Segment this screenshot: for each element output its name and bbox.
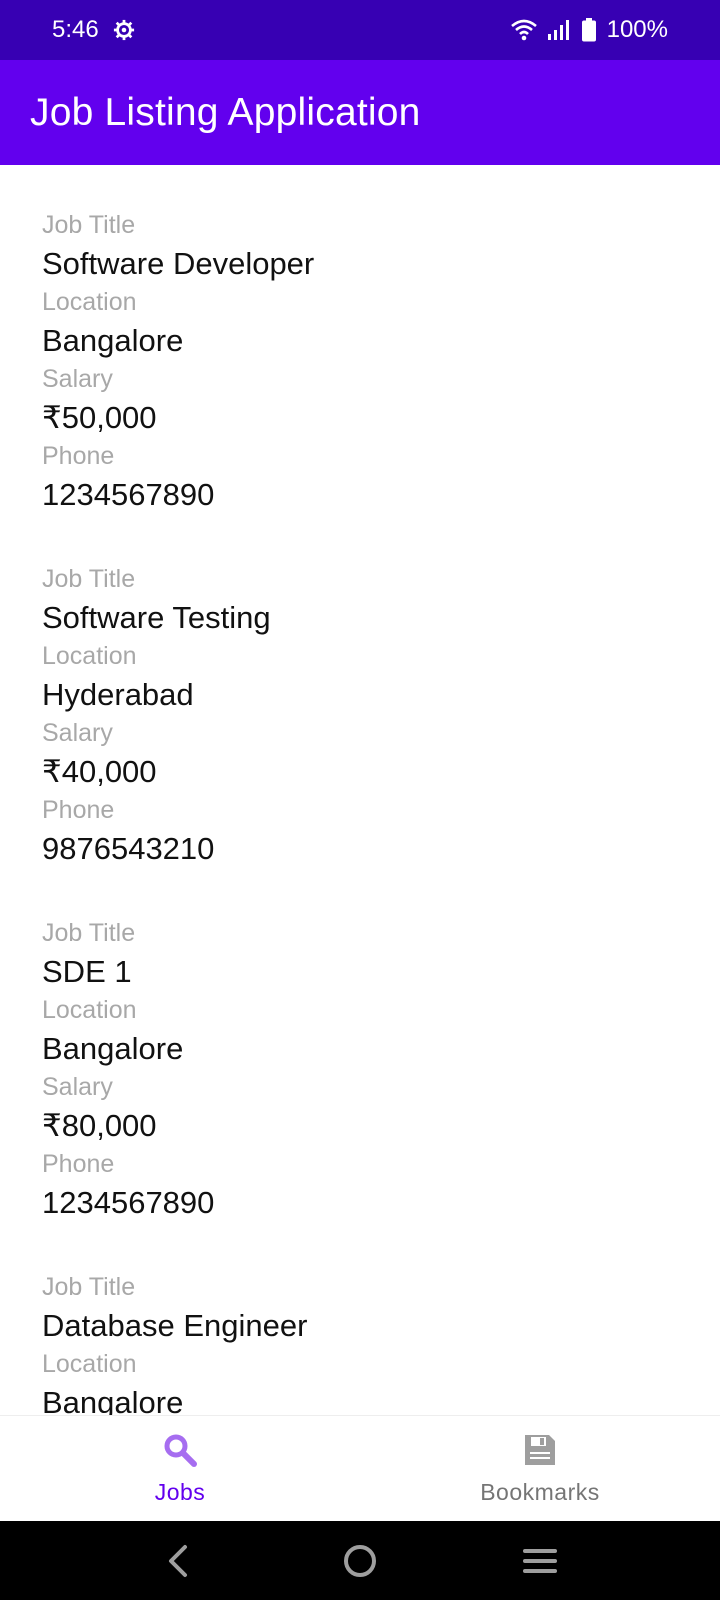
bottom-navigation: Jobs Bookmarks — [0, 1415, 720, 1521]
phone-label: Phone — [42, 442, 115, 470]
location-value: Bangalore — [42, 1385, 184, 1415]
salary-value: ₹50,000 — [42, 400, 157, 435]
job-list: Job Title Software Developer Location Ba… — [0, 165, 720, 1415]
phone-value: 1234567890 — [42, 477, 215, 512]
salary-label: Salary — [42, 365, 113, 393]
status-left: 5:46 — [52, 16, 135, 44]
wifi-icon — [510, 19, 537, 41]
location-label: Location — [42, 288, 137, 316]
nav-item-bookmarks[interactable]: Bookmarks — [360, 1416, 720, 1521]
salary-value: ₹40,000 — [42, 754, 157, 789]
job-title-label: Job Title — [42, 1273, 136, 1301]
job-card[interactable]: Job Title SDE 1 Location Bangalore Salar… — [0, 917, 720, 1271]
job-card[interactable]: Job Title Database Engineer Location Ban… — [0, 1271, 720, 1415]
location-value: Hyderabad — [42, 677, 194, 712]
status-time: 5:46 — [52, 16, 99, 43]
nav-label-bookmarks: Bookmarks — [480, 1478, 600, 1505]
status-bar: 5:46 100% — [0, 0, 720, 60]
location-value: Bangalore — [42, 323, 184, 358]
job-title-label: Job Title — [42, 565, 136, 593]
status-right: 100% — [510, 16, 668, 44]
job-list-container[interactable]: Job Title Software Developer Location Ba… — [0, 165, 720, 1415]
job-title-value: Software Testing — [42, 600, 271, 635]
phone-label: Phone — [42, 796, 115, 824]
location-label: Location — [42, 1350, 137, 1378]
menu-lines-icon — [523, 1548, 557, 1573]
battery-icon — [581, 18, 597, 42]
nav-item-jobs[interactable]: Jobs — [0, 1416, 360, 1521]
job-title-value: Software Developer — [42, 246, 315, 281]
job-title-label: Job Title — [42, 919, 136, 947]
job-card[interactable]: Job Title Software Developer Location Ba… — [0, 209, 720, 563]
save-icon — [522, 1432, 558, 1473]
location-label: Location — [42, 642, 137, 670]
back-arrow-icon — [169, 1544, 187, 1577]
salary-value: ₹80,000 — [42, 1108, 157, 1143]
job-card[interactable]: Job Title Software Testing Location Hyde… — [0, 563, 720, 917]
phone-label: Phone — [42, 1150, 115, 1178]
phone-value: 1234567890 — [42, 1185, 215, 1220]
location-value: Bangalore — [42, 1031, 184, 1066]
home-button[interactable] — [330, 1531, 390, 1591]
gear-icon — [113, 19, 135, 41]
salary-label: Salary — [42, 719, 113, 747]
recents-button[interactable] — [510, 1531, 570, 1591]
app-bar: Job Listing Application — [0, 60, 720, 165]
job-title-value: SDE 1 — [42, 954, 132, 989]
app-title: Job Listing Application — [30, 90, 421, 134]
signal-icon — [547, 19, 571, 41]
back-button[interactable] — [150, 1531, 210, 1591]
battery-percentage: 100% — [606, 16, 668, 43]
salary-label: Salary — [42, 1073, 113, 1101]
location-label: Location — [42, 996, 137, 1024]
nav-label-jobs: Jobs — [154, 1478, 206, 1505]
phone-value: 9876543210 — [42, 831, 215, 866]
system-navigation-bar — [0, 1521, 720, 1600]
home-circle-icon — [344, 1544, 376, 1577]
job-title-label: Job Title — [42, 211, 136, 239]
search-icon — [162, 1432, 198, 1473]
job-title-value: Database Engineer — [42, 1308, 308, 1343]
